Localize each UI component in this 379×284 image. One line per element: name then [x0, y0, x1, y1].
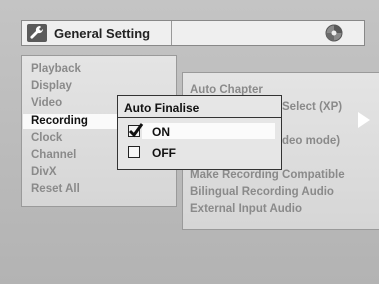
- checkmark-icon: [128, 123, 144, 138]
- submenu-item-select[interactable]: Select (XP): [282, 101, 342, 114]
- option-label-off: OFF: [152, 146, 176, 160]
- menu-item-reset-all[interactable]: Reset All: [31, 183, 80, 196]
- popup-divider: [118, 117, 281, 118]
- page-title: General Setting: [54, 26, 151, 41]
- submenu-item-bilingual-recording-audio[interactable]: Bilingual Recording Audio: [190, 186, 334, 199]
- screen: General Setting Playback Display Video R…: [0, 0, 379, 284]
- header-title-box: General Setting: [22, 21, 172, 45]
- header-bar: General Setting: [21, 20, 365, 46]
- submenu-item-make-recording-compatible[interactable]: Make Recording Compatible: [190, 169, 345, 182]
- popup-title: Auto Finalise: [124, 101, 200, 115]
- disc-icon: [325, 24, 343, 42]
- checkbox-off[interactable]: [128, 146, 140, 158]
- menu-item-recording[interactable]: Recording: [31, 115, 88, 128]
- submenu-item-external-input-audio[interactable]: External Input Audio: [190, 203, 302, 216]
- menu-item-video[interactable]: Video: [31, 97, 62, 110]
- wrench-icon: [27, 24, 47, 42]
- checkbox-on[interactable]: [128, 123, 144, 138]
- option-off[interactable]: OFF: [118, 144, 281, 160]
- option-on[interactable]: ON: [118, 123, 281, 139]
- submenu-item-video-mode[interactable]: deo mode): [282, 135, 340, 148]
- menu-item-divx[interactable]: DivX: [31, 166, 57, 179]
- menu-item-playback[interactable]: Playback: [31, 63, 81, 76]
- menu-item-display[interactable]: Display: [31, 80, 72, 93]
- menu-item-channel[interactable]: Channel: [31, 149, 76, 162]
- auto-finalise-popup: Auto Finalise ON OFF: [117, 95, 282, 170]
- option-label-on: ON: [152, 125, 170, 139]
- arrow-right-icon: [358, 112, 370, 128]
- menu-item-clock[interactable]: Clock: [31, 132, 62, 145]
